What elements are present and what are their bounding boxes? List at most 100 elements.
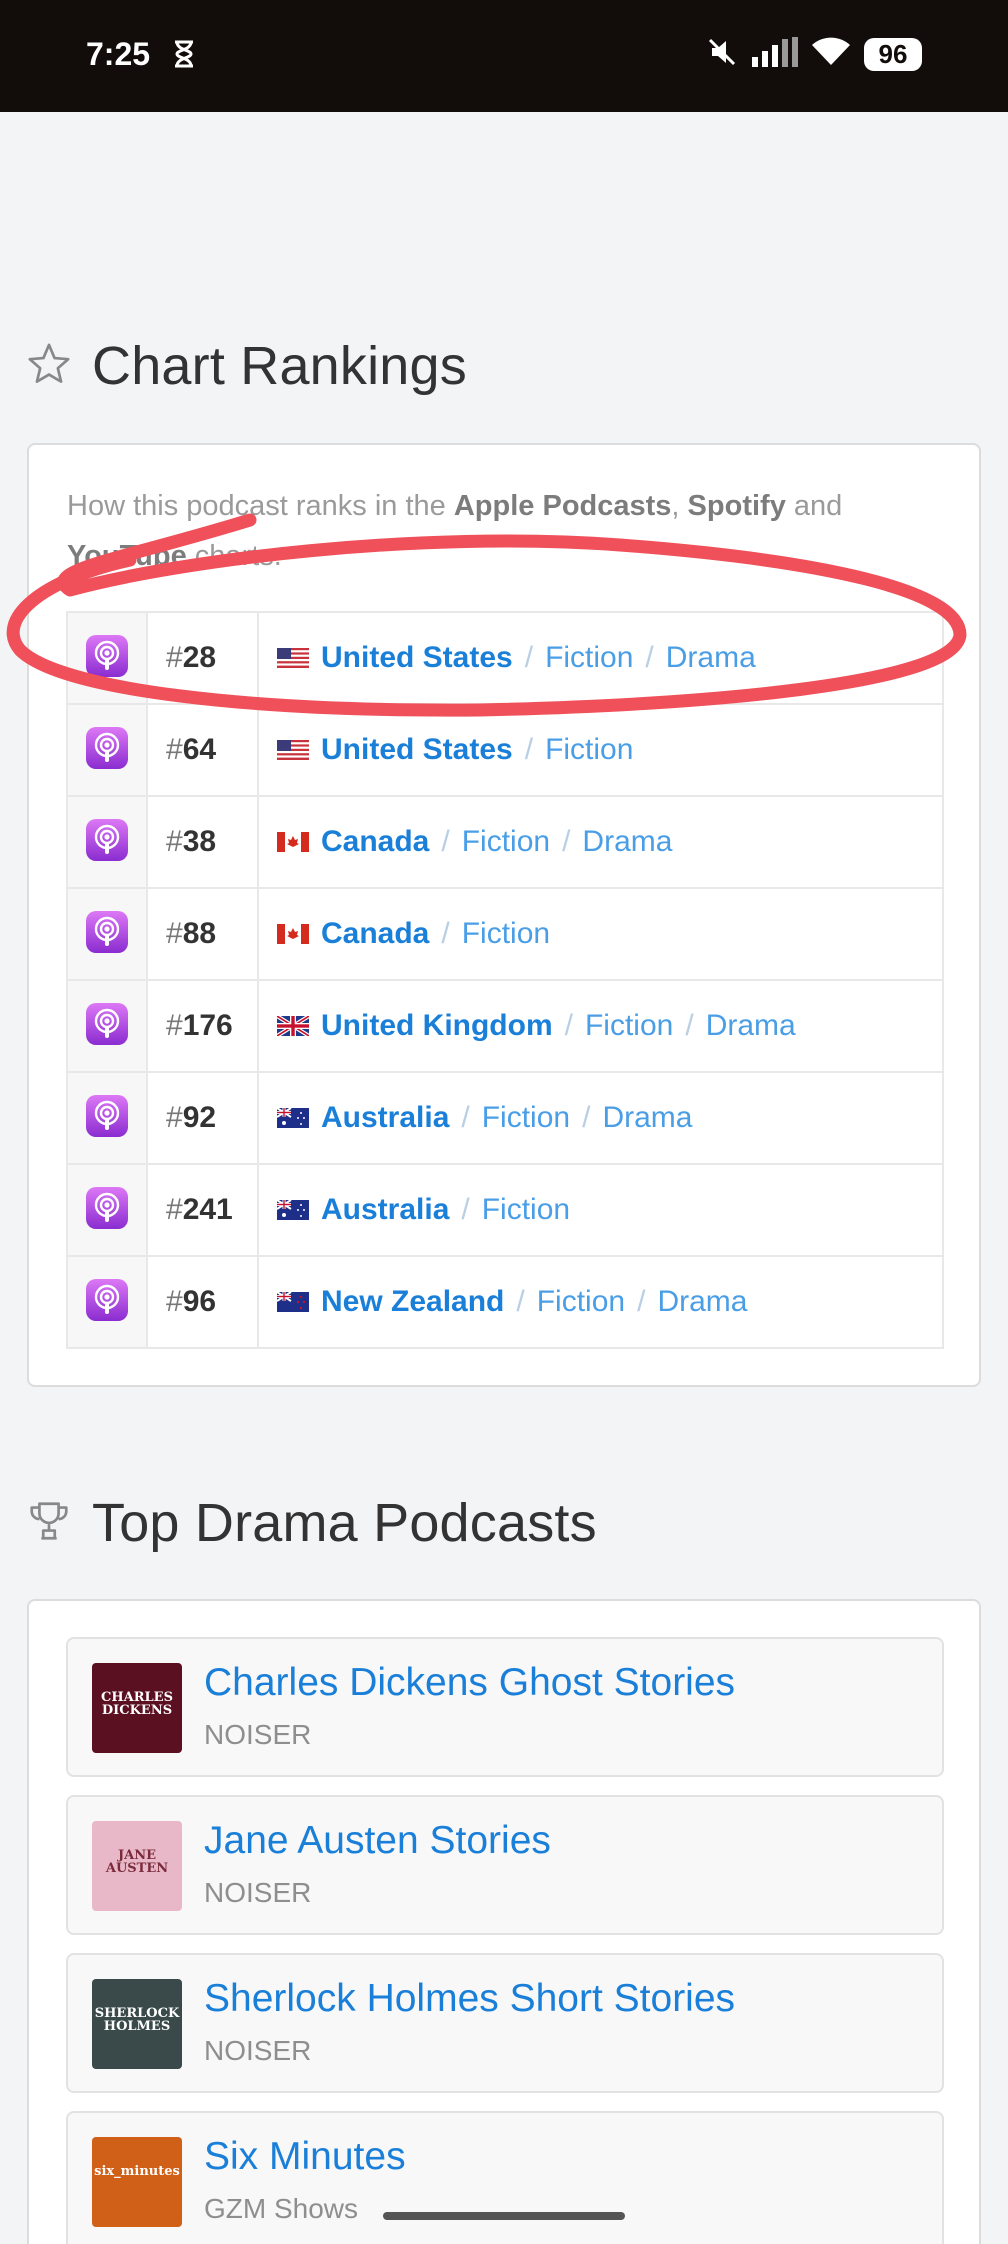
category-link[interactable]: Fiction: [482, 1101, 570, 1134]
breadcrumb-separator: /: [637, 1285, 646, 1318]
podcast-title-link[interactable]: Charles Dickens Ghost Stories: [204, 1661, 735, 1705]
apple-podcasts-icon-cell: [66, 1071, 148, 1165]
chart-rankings-intro: How this podcast ranks in the Apple Podc…: [67, 490, 843, 572]
apple-podcasts-icon: [86, 1278, 128, 1326]
category-breadcrumb: United States / Fiction: [257, 703, 944, 797]
country-link[interactable]: Canada: [321, 917, 429, 950]
rank-cell: #64: [146, 703, 259, 797]
rank-number: 38: [182, 825, 217, 858]
ranking-row: #176 United Kingdom / Fiction / Drama: [66, 979, 944, 1073]
rank-hash: #: [166, 1101, 183, 1134]
category-breadcrumb: Canada / Fiction: [257, 887, 944, 981]
rank-number: 28: [182, 641, 217, 674]
podcast-list-item[interactable]: CHARLES DICKENS Charles Dickens Ghost Sto…: [66, 1637, 944, 1777]
artwork-title: CHARLES DICKENS: [101, 1690, 173, 1718]
ranking-row: #96 New Zealand / Fiction / Drama: [66, 1255, 944, 1349]
rank-hash: #: [166, 825, 183, 858]
apple-podcasts-icon-cell: [66, 887, 148, 981]
podcast-list-item[interactable]: SHERLOCK HOLMES Sherlock Holmes Short Sto…: [66, 1953, 944, 2093]
apple-podcasts-icon: [86, 1002, 128, 1050]
flag-gb-icon: [277, 1016, 309, 1036]
podcast-artwork[interactable]: SHERLOCK HOLMES: [92, 1979, 182, 2069]
podcast-title-link[interactable]: Jane Austen Stories: [204, 1819, 551, 1863]
podcast-title-link[interactable]: Sherlock Holmes Short Stories: [204, 1977, 735, 2021]
rank-hash: #: [166, 641, 183, 674]
country-link[interactable]: United States: [321, 641, 513, 674]
home-indicator[interactable]: [383, 2212, 625, 2220]
ranking-row: #92 Australia / Fiction / Drama: [66, 1071, 944, 1165]
country-link[interactable]: Canada: [321, 825, 429, 858]
status-icons: 96: [706, 36, 922, 73]
flag-nz-icon: [277, 1292, 309, 1312]
podcast-list-item[interactable]: JANE AUSTEN Jane Austen Stories NOISER: [66, 1795, 944, 1935]
ranking-row: #28 United States / Fiction / Drama: [66, 611, 944, 705]
category-breadcrumb: Australia / Fiction: [257, 1163, 944, 1257]
category-link[interactable]: Drama: [706, 1009, 796, 1042]
rank-cell: #28: [146, 611, 259, 705]
breadcrumb-separator: /: [461, 1193, 470, 1226]
country-link[interactable]: United Kingdom: [321, 1009, 553, 1042]
category-link[interactable]: Drama: [602, 1101, 692, 1134]
category-link[interactable]: Drama: [657, 1285, 747, 1318]
category-link[interactable]: Fiction: [482, 1193, 570, 1226]
apple-podcasts-icon-cell: [66, 1255, 148, 1349]
category-link[interactable]: Fiction: [585, 1009, 673, 1042]
section-title: Chart Rankings: [92, 336, 467, 396]
podcast-list-item[interactable]: six_minutes Six Minutes GZM Shows: [66, 2111, 944, 2244]
rank-hash: #: [166, 1009, 183, 1042]
podcast-artwork[interactable]: JANE AUSTEN: [92, 1821, 182, 1911]
country-link[interactable]: Australia: [321, 1101, 449, 1134]
star-icon: [26, 341, 72, 392]
ranking-row: #64 United States / Fiction: [66, 703, 944, 797]
breadcrumb-separator: /: [562, 825, 571, 858]
category-link[interactable]: Fiction: [537, 1285, 625, 1318]
hourglass-icon: [172, 40, 196, 73]
category-breadcrumb: United Kingdom / Fiction / Drama: [257, 979, 944, 1073]
artwork-title: JANE AUSTEN: [105, 1848, 169, 1876]
apple-podcasts-icon-cell: [66, 611, 148, 705]
apple-podcasts-icon: [86, 1094, 128, 1142]
rank-number: 241: [182, 1193, 233, 1226]
ranking-row: #38 Canada / Fiction / Drama: [66, 795, 944, 889]
chart-rankings-header: Chart Rankings: [26, 335, 467, 397]
category-link[interactable]: Drama: [582, 825, 672, 858]
breadcrumb-separator: /: [441, 917, 450, 950]
apple-podcasts-icon: [86, 1186, 128, 1234]
country-link[interactable]: New Zealand: [321, 1285, 504, 1318]
category-breadcrumb: New Zealand / Fiction / Drama: [257, 1255, 944, 1349]
rank-cell: #241: [146, 1163, 259, 1257]
flag-ca-icon: [277, 832, 309, 852]
rank-number: 92: [182, 1101, 217, 1134]
category-link[interactable]: Fiction: [462, 917, 550, 950]
podcast-title-link[interactable]: Six Minutes: [204, 2135, 406, 2179]
category-link[interactable]: Fiction: [545, 641, 633, 674]
rank-cell: #38: [146, 795, 259, 889]
top-drama-card: CHARLES DICKENS Charles Dickens Ghost Sto…: [27, 1599, 981, 2244]
apple-podcasts-icon: [86, 818, 128, 866]
breadcrumb-separator: /: [582, 1101, 591, 1134]
artwork-title: SHERLOCK HOLMES: [94, 2006, 180, 2034]
podcast-artwork[interactable]: CHARLES DICKENS: [92, 1663, 182, 1753]
rank-cell: #96: [146, 1255, 259, 1349]
category-link[interactable]: Drama: [666, 641, 756, 674]
rank-number: 96: [182, 1285, 217, 1318]
country-link[interactable]: Australia: [321, 1193, 449, 1226]
chart-rankings-card: How this podcast ranks in the Apple Podc…: [27, 443, 981, 1387]
apple-podcasts-icon: [86, 634, 128, 682]
rank-number: 64: [182, 733, 217, 766]
podcast-publisher: NOISER: [204, 1877, 312, 1908]
category-link[interactable]: Fiction: [545, 733, 633, 766]
artwork-title: six_minutes: [94, 2164, 180, 2179]
rank-cell: #176: [146, 979, 259, 1073]
rankings-table: #28 United States / Fiction / Drama #64 United …: [66, 611, 944, 1349]
flag-us-icon: [277, 648, 309, 668]
rank-cell: #88: [146, 887, 259, 981]
podcast-artwork[interactable]: six_minutes: [92, 2137, 182, 2227]
apple-podcasts-icon: [86, 910, 128, 958]
breadcrumb-separator: /: [441, 825, 450, 858]
category-link[interactable]: Fiction: [462, 825, 550, 858]
country-link[interactable]: United States: [321, 733, 513, 766]
breadcrumb-separator: /: [524, 641, 534, 674]
category-breadcrumb: Canada / Fiction / Drama: [257, 795, 944, 889]
rank-hash: #: [166, 733, 183, 766]
